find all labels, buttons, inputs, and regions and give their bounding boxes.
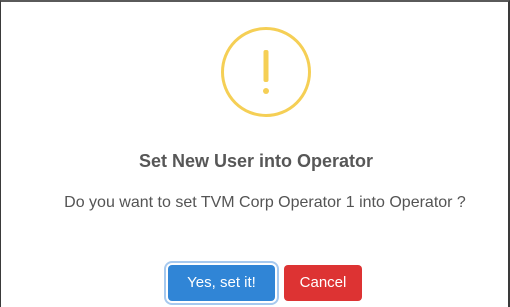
- warning-icon: [221, 27, 311, 117]
- alert-dialog: Set New User into Operator Do you want t…: [0, 0, 510, 307]
- dialog-message: Do you want to set TVM Corp Operator 1 i…: [64, 194, 466, 211]
- cancel-button[interactable]: Cancel: [284, 265, 362, 301]
- dialog-title: Set New User into Operator: [138, 151, 374, 171]
- confirm-button[interactable]: Yes, set it!: [168, 265, 275, 301]
